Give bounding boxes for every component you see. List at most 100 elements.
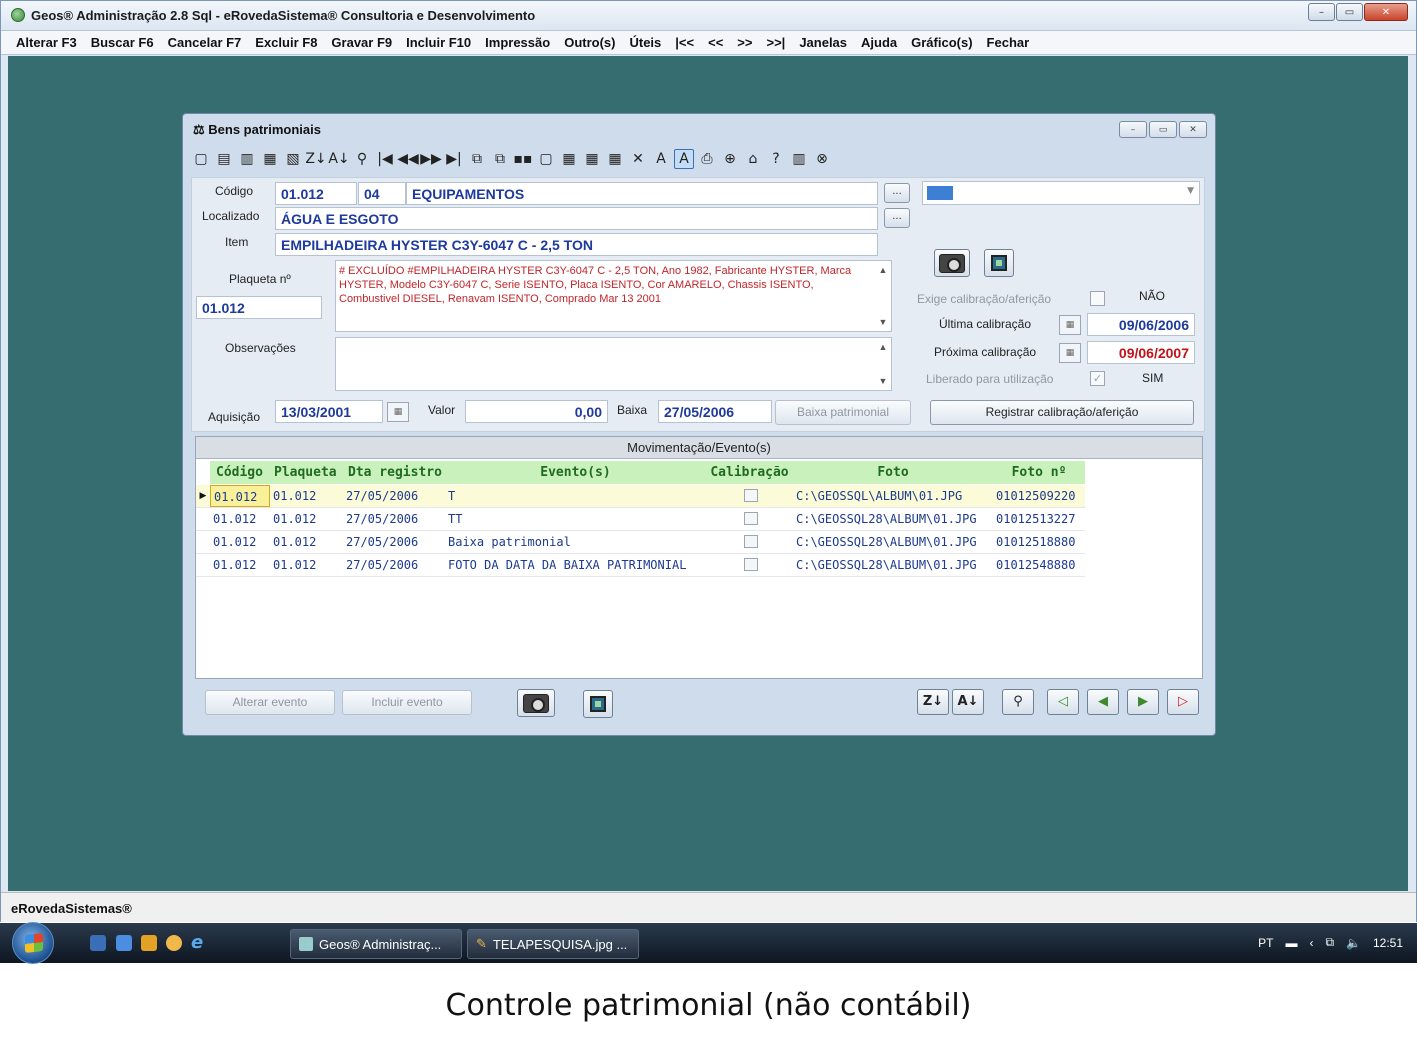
cell-data[interactable]: 27/05/2006: [343, 508, 445, 530]
item-field[interactable]: EMPILHADEIRA HYSTER C3Y-6047 C - 2,5 TON: [275, 233, 878, 256]
cell-plaqueta[interactable]: 01.012: [270, 531, 343, 553]
cell-evento[interactable]: FOTO DA DATA DA BAIXA PATRIMONIAL: [445, 554, 706, 576]
cell-data[interactable]: 27/05/2006: [343, 554, 445, 576]
toolbar-icon-19[interactable]: ✕: [628, 149, 648, 169]
menu-janelas[interactable]: Janelas: [792, 35, 854, 50]
cell-foto_n[interactable]: 01012509220: [993, 485, 1085, 507]
col-eventos[interactable]: Evento(s): [445, 461, 706, 484]
proxima-field[interactable]: 09/06/2007: [1087, 341, 1195, 364]
toolbar-icon-8[interactable]: |◀: [375, 149, 395, 169]
taskbar-image-button[interactable]: ✎ TELAPESQUISA.jpg ...: [467, 929, 639, 959]
color-select[interactable]: ▼: [922, 181, 1200, 205]
cell-codigo[interactable]: 01.012: [210, 554, 270, 576]
liberado-checkbox[interactable]: ✓: [1090, 371, 1105, 386]
toolbar-icon-18[interactable]: ▦: [605, 149, 625, 169]
cell-foto[interactable]: C:\GEOSSQL28\ALBUM\01.JPG: [793, 554, 993, 576]
baixa-patrimonial-button[interactable]: Baixa patrimonial: [775, 400, 911, 425]
internet-explorer-icon[interactable]: e: [191, 934, 207, 952]
grupo-nome-field[interactable]: EQUIPAMENTOS: [406, 182, 878, 205]
toolbar-icon-3[interactable]: ▦: [260, 149, 280, 169]
cell-evento[interactable]: T: [445, 485, 706, 507]
cell-data[interactable]: 27/05/2006: [343, 485, 445, 507]
cell-foto_n[interactable]: 01012518880: [993, 531, 1085, 553]
cell-codigo[interactable]: 01.012: [210, 485, 270, 507]
menu-cancelar[interactable]: Cancelar F7: [161, 35, 249, 50]
toolbar-icon-10[interactable]: ▶▶: [420, 149, 442, 169]
menu-impressao[interactable]: Impressão: [478, 35, 557, 50]
cell-calibracao[interactable]: [706, 554, 793, 576]
toolbar-icon-15[interactable]: ▢: [536, 149, 556, 169]
messenger-icon[interactable]: [166, 935, 182, 951]
toolbar-icon-9[interactable]: ◀◀: [397, 149, 419, 169]
proxima-calendar-icon[interactable]: ▦: [1059, 343, 1081, 363]
calibracao-checkbox[interactable]: [744, 535, 758, 548]
toolbar-icon-27[interactable]: ⊗: [812, 149, 832, 169]
sort-desc-button[interactable]: Z↓: [917, 689, 949, 715]
first-record-button[interactable]: ◁: [1047, 689, 1079, 715]
valor-field[interactable]: 0,00: [465, 400, 608, 423]
events-grid[interactable]: Movimentação/Evento(s) Código Plaqueta D…: [195, 436, 1203, 679]
observacoes-memo[interactable]: ▲ ▼: [335, 337, 892, 391]
aquisicao-calendar-icon[interactable]: ▦: [387, 402, 409, 422]
toolbar-icon-25[interactable]: ?: [766, 149, 786, 169]
menu-next[interactable]: >>: [730, 35, 759, 50]
volume-icon[interactable]: 🔈: [1346, 936, 1361, 950]
toolbar-icon-24[interactable]: ⌂: [743, 149, 763, 169]
language-indicator[interactable]: PT: [1258, 936, 1273, 950]
menu-buscar[interactable]: Buscar F6: [84, 35, 161, 50]
col-codigo[interactable]: Código: [210, 461, 270, 484]
col-calibracao[interactable]: Calibração: [706, 461, 793, 484]
toolbar-icon-11[interactable]: ▶|: [444, 149, 464, 169]
sort-asc-button[interactable]: A↓: [952, 689, 984, 715]
registrar-calibracao-button[interactable]: Registrar calibração/aferição: [930, 400, 1194, 425]
close-button[interactable]: ✕: [1364, 3, 1408, 21]
toolbar-icon-0[interactable]: ▢: [191, 149, 211, 169]
maximize-button[interactable]: ▭: [1336, 3, 1363, 21]
last-record-button[interactable]: ▷: [1167, 689, 1199, 715]
observacoes-scrollbar[interactable]: ▲ ▼: [877, 340, 889, 388]
cell-codigo[interactable]: 01.012: [210, 531, 270, 553]
menu-last[interactable]: >>|: [759, 35, 792, 50]
taskbar-geos-button[interactable]: Geos® Administraç...: [290, 929, 462, 959]
cell-calibracao[interactable]: [706, 485, 793, 507]
toolbar-icon-23[interactable]: ⊕: [720, 149, 740, 169]
child-close-button[interactable]: ✕: [1179, 121, 1207, 138]
menu-gravar[interactable]: Gravar F9: [324, 35, 399, 50]
localizado-field[interactable]: ÁGUA E ESGOTO: [275, 207, 878, 230]
tray-expand-icon[interactable]: ‹: [1309, 936, 1313, 950]
toolbar-icon-1[interactable]: ▤: [214, 149, 234, 169]
menu-alterar[interactable]: Alterar F3: [9, 35, 84, 50]
cell-codigo[interactable]: 01.012: [210, 508, 270, 530]
plaqueta-field[interactable]: 01.012: [196, 296, 322, 319]
cell-foto[interactable]: C:\GEOSSQL28\ALBUM\01.JPG: [793, 508, 993, 530]
media-player-icon[interactable]: [141, 935, 157, 951]
exige-checkbox[interactable]: [1090, 291, 1105, 306]
descricao-memo[interactable]: # EXCLUÍDO #EMPILHADEIRA HYSTER C3Y-6047…: [335, 260, 892, 332]
cell-evento[interactable]: Baixa patrimonial: [445, 531, 706, 553]
menu-uteis[interactable]: Úteis: [622, 35, 668, 50]
calibracao-checkbox[interactable]: [744, 489, 758, 502]
cell-calibracao[interactable]: [706, 508, 793, 530]
menu-incluir[interactable]: Incluir F10: [399, 35, 478, 50]
toolbar-icon-14[interactable]: ▪▪: [513, 149, 533, 169]
toolbar-icon-12[interactable]: ⧉: [467, 149, 487, 169]
toolbar-icon-21[interactable]: A: [674, 149, 694, 169]
cell-foto_n[interactable]: 01012548880: [993, 554, 1085, 576]
film-button[interactable]: [984, 249, 1014, 277]
grupo-lookup-button[interactable]: ...: [884, 183, 910, 203]
minimize-button[interactable]: –: [1308, 3, 1335, 21]
toolbar-icon-7[interactable]: ⚲: [352, 149, 372, 169]
cell-foto[interactable]: C:\GEOSSQL\ALBUM\01.JPG: [793, 485, 993, 507]
search-button[interactable]: ⚲: [1002, 689, 1034, 715]
toolbar-icon-2[interactable]: ▥: [237, 149, 257, 169]
cell-data[interactable]: 27/05/2006: [343, 531, 445, 553]
cell-plaqueta[interactable]: 01.012: [270, 554, 343, 576]
toolbar-icon-26[interactable]: ▥: [789, 149, 809, 169]
clock[interactable]: 12:51: [1373, 936, 1403, 950]
cell-plaqueta[interactable]: 01.012: [270, 485, 343, 507]
aquisicao-field[interactable]: 13/03/2001: [275, 400, 383, 423]
toolbar-icon-20[interactable]: A: [651, 149, 671, 169]
cell-foto[interactable]: C:\GEOSSQL28\ALBUM\01.JPG: [793, 531, 993, 553]
incluir-evento-button[interactable]: Incluir evento: [342, 690, 472, 715]
alterar-evento-button[interactable]: Alterar evento: [205, 690, 335, 715]
